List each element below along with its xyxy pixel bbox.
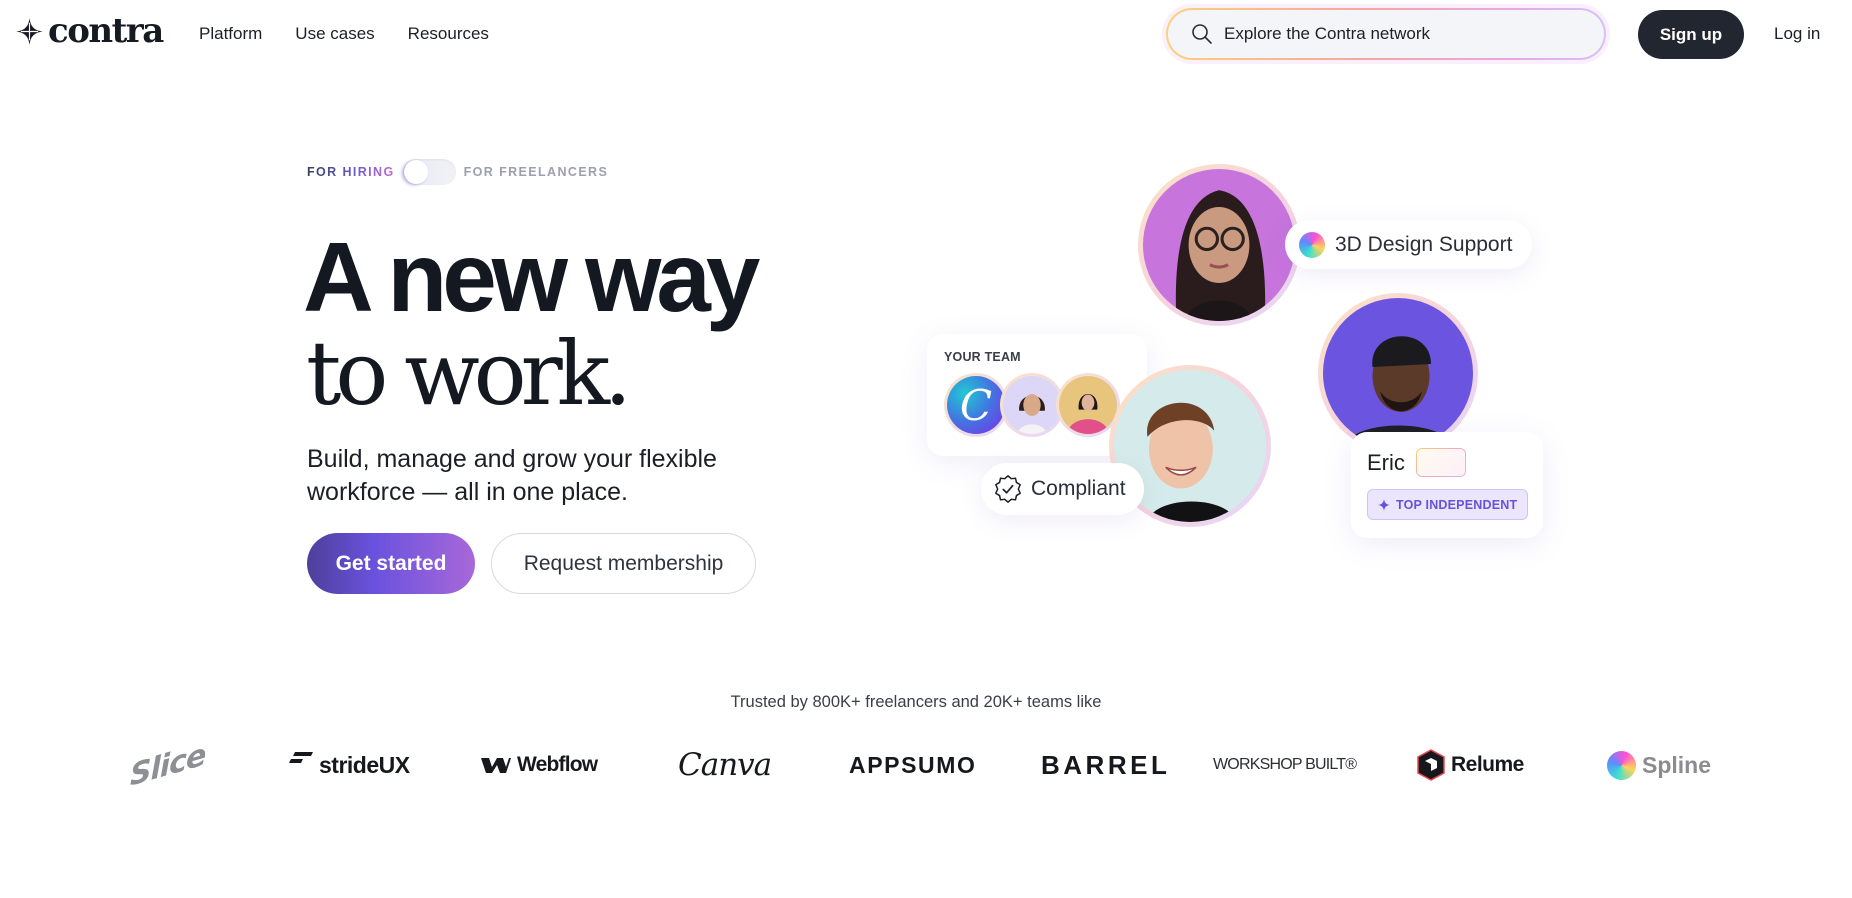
search-input[interactable]	[1224, 24, 1564, 44]
nav-resources[interactable]: Resources	[408, 24, 489, 44]
diamond-sparkle-icon	[1378, 498, 1390, 511]
audience-switch: FOR HIRING FOR FREELANCERS	[307, 159, 608, 185]
search-bar	[1166, 8, 1606, 60]
nav-use-cases[interactable]: Use cases	[295, 24, 374, 44]
logo-slice-text: Slice	[130, 736, 206, 794]
team-member-avatar	[1000, 373, 1064, 437]
log-in-link[interactable]: Log in	[1774, 24, 1820, 44]
compliant-chip[interactable]: Compliant	[981, 463, 1144, 515]
spline-icon	[1607, 750, 1636, 780]
spline-icon	[1299, 231, 1325, 258]
contra-logo[interactable]: contra	[15, 11, 164, 51]
brand-wordmark: contra	[48, 11, 164, 51]
freelancer-avatar-designer	[1138, 164, 1300, 326]
hero-subtitle: Build, manage and grow your flexible wor…	[307, 445, 717, 506]
logo-strideux: strideUX	[289, 740, 410, 790]
verified-badge-icon	[995, 475, 1021, 503]
team-avatars: C	[944, 373, 1120, 437]
profile-name: Eric	[1367, 450, 1405, 475]
logo-slice: Slice	[130, 729, 205, 801]
team-member-canva: C	[944, 373, 1008, 437]
strideux-mark-icon	[289, 752, 313, 763]
logo-webflow: Webflow	[481, 740, 598, 790]
logo-appsumo: APPSUMO	[849, 740, 977, 790]
team-card-label: YOUR TEAM	[944, 350, 1021, 364]
hero-title-line1: A new way	[303, 222, 760, 332]
service-chip-label: 3D Design Support	[1335, 232, 1513, 256]
sign-up-button[interactable]: Sign up	[1638, 10, 1744, 59]
top-independent-badge: TOP INDEPENDENT	[1367, 489, 1528, 520]
logo-workshop-built: WORKSHOP BUILT®	[1213, 740, 1357, 790]
for-hiring-label[interactable]: FOR HIRING	[307, 165, 395, 179]
logo-workshop-text: WORKSHOP BUILT®	[1213, 756, 1357, 773]
webflow-mark-icon	[481, 758, 511, 773]
search-icon	[1192, 24, 1212, 44]
trusted-by-text: Trusted by 800K+ freelancers and 20K+ te…	[730, 693, 1102, 711]
search-field-container	[1168, 10, 1604, 58]
logo-canva: Canva	[678, 740, 772, 790]
top-badge-label: TOP INDEPENDENT	[1396, 497, 1518, 512]
logo-strideux-text: strideUX	[319, 751, 410, 778]
pro-badge-inner: PRO	[1417, 449, 1465, 476]
logo-relume-text: Relume	[1451, 753, 1524, 776]
compliant-chip-label: Compliant	[1031, 477, 1126, 500]
person-portrait-icon	[1003, 376, 1061, 434]
logo-spline-text: Spline	[1642, 751, 1712, 778]
relume-mark-icon	[1417, 749, 1445, 781]
hero-title-line2: to work.	[306, 322, 632, 425]
service-chip-3d-design[interactable]: 3D Design Support	[1285, 220, 1533, 269]
for-freelancers-label[interactable]: FOR FREELANCERS	[464, 165, 609, 179]
logo-appsumo-text: APPSUMO	[849, 751, 977, 778]
contra-star-icon	[15, 17, 44, 45]
canva-logo-icon: C	[947, 376, 1005, 434]
avatar-photo	[1059, 376, 1117, 434]
pro-badge: PRO	[1416, 448, 1466, 477]
get-started-button[interactable]: Get started	[307, 533, 475, 594]
logo-barrel-text: BARREL	[1041, 749, 1171, 780]
pro-badge-label: PRO	[1417, 449, 1465, 476]
main-nav: Platform Use cases Resources	[199, 24, 489, 44]
nav-platform[interactable]: Platform	[199, 24, 262, 44]
logo-spline: Spline	[1607, 740, 1711, 790]
person-portrait-icon	[1323, 298, 1473, 448]
freelancer-avatar-eric	[1318, 293, 1478, 453]
avatar-photo	[1323, 298, 1473, 448]
logo-barrel: BARREL	[1041, 740, 1170, 790]
logo-relume: Relume	[1417, 740, 1524, 790]
request-membership-button[interactable]: Request membership	[491, 533, 756, 594]
toggle-knob	[403, 160, 428, 184]
avatar-photo	[1003, 376, 1061, 434]
person-portrait-icon	[1143, 169, 1295, 321]
audience-toggle[interactable]	[402, 159, 456, 185]
person-portrait-icon	[1059, 376, 1117, 434]
customer-logos: Slice strideUX Webflow Canva APPSUMO BAR…	[0, 737, 1852, 794]
logo-webflow-text: Webflow	[517, 753, 598, 776]
profile-card-eric[interactable]: Eric PRO TOP INDEPENDENT	[1351, 432, 1543, 538]
avatar-photo	[1143, 169, 1295, 321]
logo-canva-text: Canva	[678, 747, 772, 783]
